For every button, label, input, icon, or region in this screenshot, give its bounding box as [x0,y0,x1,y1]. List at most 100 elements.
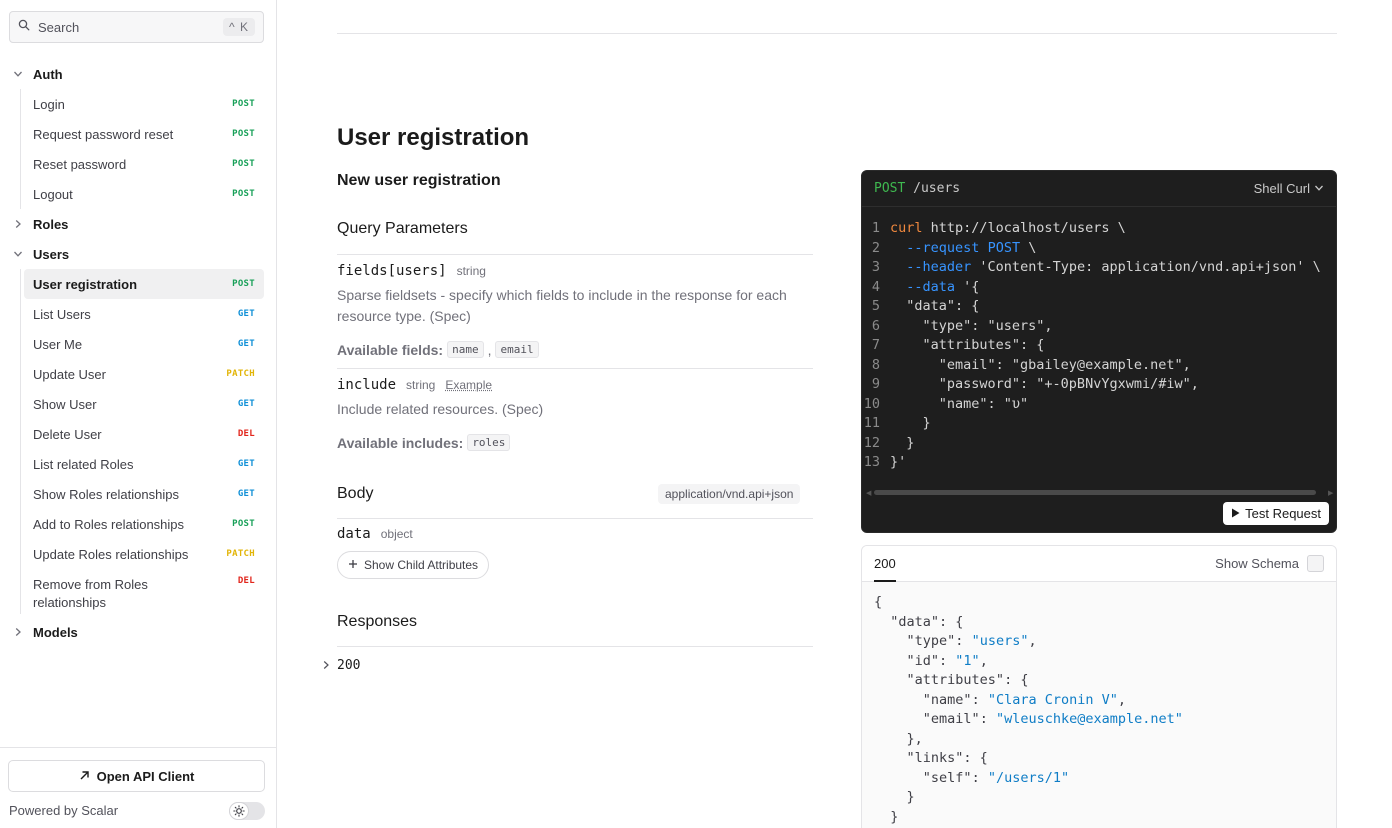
search-placeholder: Search [38,20,223,35]
theme-toggle[interactable] [229,802,265,820]
sidebar-item-label: User Me [33,337,82,352]
sidebar-item-logout[interactable]: Logout POST [24,179,264,209]
content-type-badge: application/vnd.api+json [658,484,800,504]
sidebar-group-users[interactable]: Users [12,240,264,268]
method-badge: GET [238,459,255,469]
json-line: "data": { [874,613,1324,633]
sidebar-item-label: Show Roles relationships [33,487,179,502]
method-badge: POST [232,99,255,109]
param-name: data [337,526,371,542]
language-select[interactable]: Shell Curl [1254,181,1324,196]
sidebar-item-show-user[interactable]: Show User GET [24,389,264,419]
code-line: 1 curl http://localhost/users \ [862,219,1337,239]
sidebar-item-label: Login [33,97,65,112]
example-link[interactable]: Example [445,378,492,392]
available-label: Available fields: [337,342,443,358]
powered-by-text: Powered by Scalar [9,803,118,818]
method-badge: POST [232,129,255,139]
scroll-right-icon[interactable]: ▶ [1328,489,1333,497]
sidebar-item-user-me[interactable]: User Me GET [24,329,264,359]
horizontal-scrollbar[interactable] [874,490,1316,495]
scroll-left-icon[interactable]: ◀ [866,489,871,497]
sidebar-item-list-users[interactable]: List Users GET [24,299,264,329]
sidebar-item-request-password-reset[interactable]: Request password reset POST [24,119,264,149]
sidebar-item-delete-user[interactable]: Delete User DEL [24,419,264,449]
sidebar-item-show-roles-relationships[interactable]: Show Roles relationships GET [24,479,264,509]
field-chip: email [495,341,538,358]
page-title: User registration [337,124,529,152]
chevron-right-icon [12,626,24,638]
language-label: Shell Curl [1254,181,1310,196]
sidebar-group-auth[interactable]: Auth [12,60,264,88]
method-badge: POST [232,159,255,169]
response-200-row[interactable]: 200 [321,658,360,673]
sidebar-item-label: Update Roles relationships [33,547,188,562]
show-schema-toggle[interactable]: Show Schema [1215,555,1324,572]
param-fields-users: fields[users] string [337,263,486,279]
sidebar-group-label: Roles [33,217,68,232]
show-schema-checkbox[interactable] [1307,555,1324,572]
json-line: "type": "users", [874,632,1324,652]
code-line: 7 "attributes": { [862,336,1337,356]
sidebar-item-user-registration[interactable]: User registration POST [24,269,264,299]
sidebar-group-label: Users [33,247,69,262]
open-api-client-label: Open API Client [97,769,195,784]
search-input[interactable]: Search ^ K [9,11,264,43]
request-method: POST [874,181,905,196]
method-badge: PATCH [226,549,255,559]
play-icon [1231,506,1240,521]
method-badge: DEL [238,429,255,439]
code-line: 10 "name": "υ" [862,395,1337,415]
method-badge: GET [238,309,255,319]
sidebar-item-remove-from-roles-relationships[interactable]: Remove from Roles relationships DEL [24,574,264,614]
json-line: "id": "1", [874,652,1324,672]
sidebar-group-label: Models [33,625,78,640]
test-request-button[interactable]: Test Request [1223,502,1329,525]
code-line: 6 "type": "users", [862,317,1337,337]
chevron-down-icon [12,248,24,260]
sidebar-item-list-related-roles[interactable]: List related Roles GET [24,449,264,479]
sidebar-group-models[interactable]: Models [12,618,264,646]
available-includes: Available includes: roles [337,434,510,451]
response-example-header: 200 Show Schema [862,546,1336,582]
param-name: fields[users] [337,263,447,279]
code-line: 4 --data '{ [862,278,1337,298]
sidebar-item-reset-password[interactable]: Reset password POST [24,149,264,179]
show-child-attributes-button[interactable]: Show Child Attributes [337,551,489,579]
sidebar-item-login[interactable]: Login POST [24,89,264,119]
sidebar-group-label: Auth [33,67,63,82]
request-url: /users [913,181,960,196]
sidebar-group-roles[interactable]: Roles [12,210,264,238]
code-line: 2 --request POST \ [862,239,1337,259]
sidebar-item-label: Add to Roles relationships [33,517,184,532]
request-example-header: POST /users Shell Curl [862,171,1336,207]
sidebar-item-add-to-roles-relationships[interactable]: Add to Roles relationships POST [24,509,264,539]
divider [337,368,813,369]
available-label: Available includes: [337,435,463,451]
json-line: }, [874,730,1324,750]
sidebar-item-label: Logout [33,187,73,202]
code-line: 11 } [862,414,1337,434]
sidebar-footer: Open API Client Powered by Scalar [0,747,276,828]
code-line: 8 "email": "gbailey@example.net", [862,356,1337,376]
method-badge: DEL [238,576,255,586]
open-api-client-button[interactable]: Open API Client [8,760,265,792]
sidebar-item-label: List Users [33,307,91,322]
chevron-right-icon [321,658,331,673]
code-block[interactable]: 1 curl http://localhost/users \ 2 --reque… [862,219,1337,473]
json-line: "links": { [874,749,1324,769]
tab-200[interactable]: 200 [874,546,896,582]
tree-line [20,89,21,209]
sidebar-item-update-roles-relationships[interactable]: Update Roles relationships PATCH [24,539,264,569]
method-badge: GET [238,339,255,349]
responses-title: Responses [337,613,417,631]
query-params-title: Query Parameters [337,220,468,238]
test-request-label: Test Request [1245,506,1321,521]
sidebar-item-update-user[interactable]: Update User PATCH [24,359,264,389]
available-fields: Available fields: name, email [337,341,539,358]
json-line: { [874,593,1324,613]
json-line: "email": "wleuschke@example.net" [874,710,1324,730]
show-child-attributes-label: Show Child Attributes [364,558,478,572]
sidebar-item-label: List related Roles [33,457,133,472]
search-shortcut: ^ K [223,18,255,36]
